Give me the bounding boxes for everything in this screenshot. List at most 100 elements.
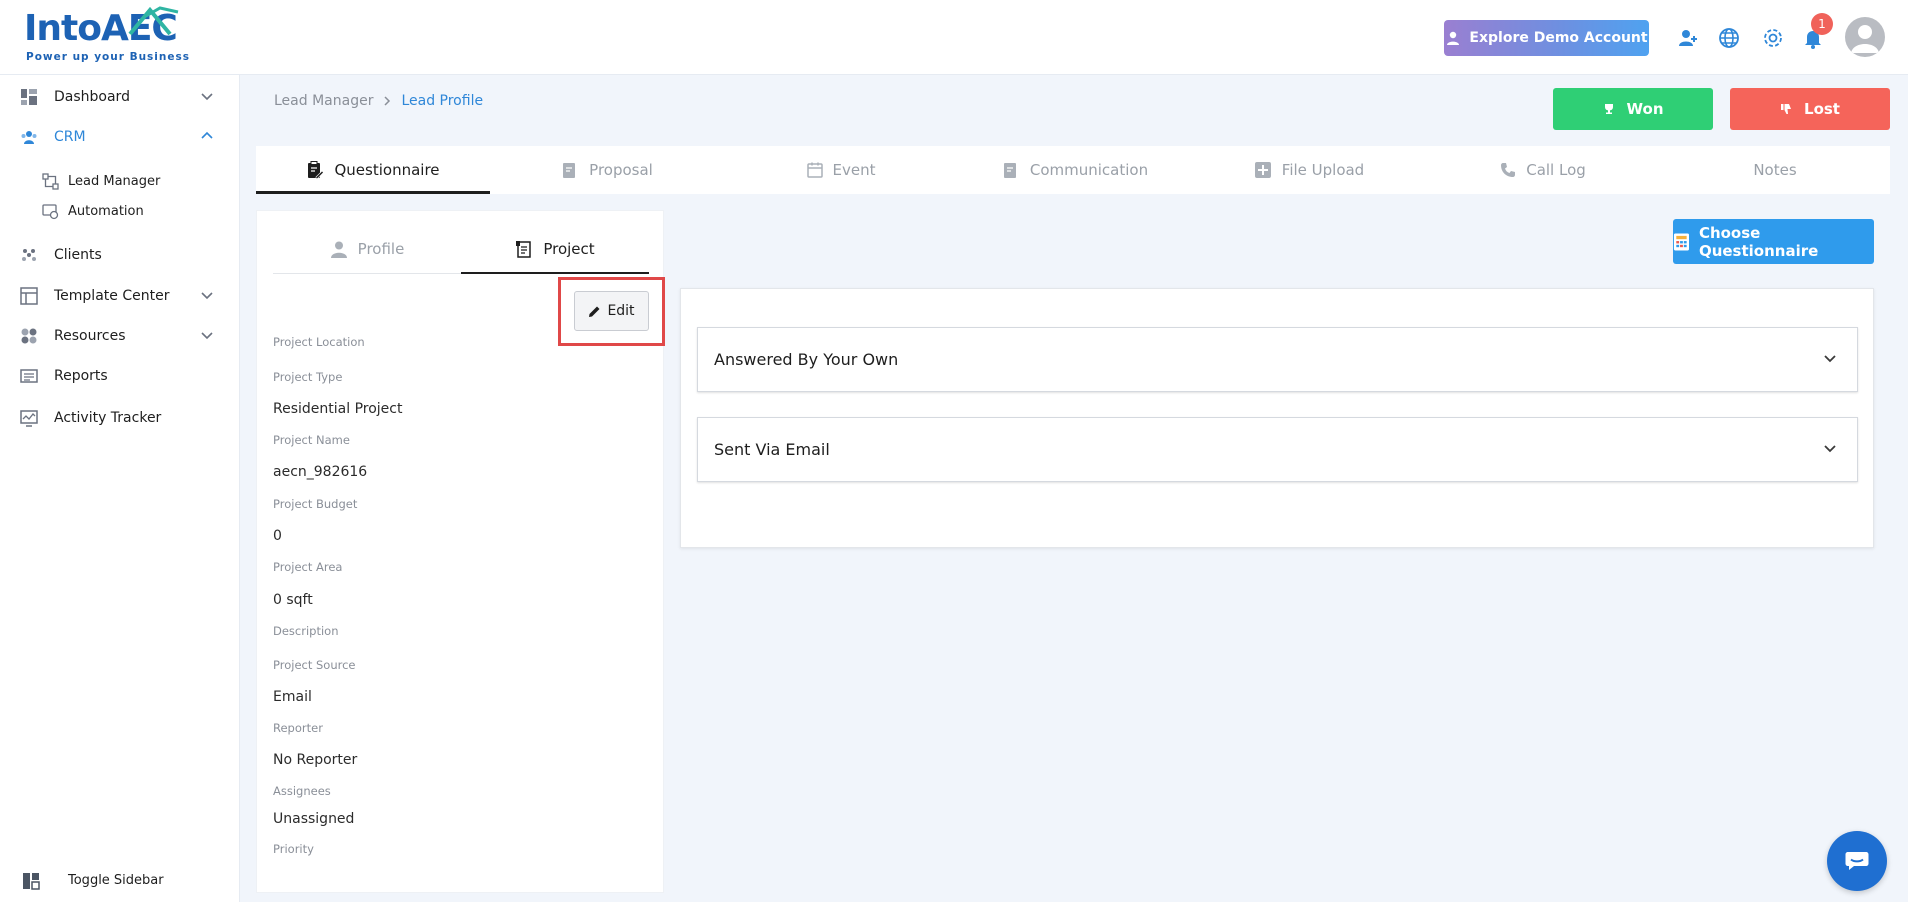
clipboard-edit-icon	[308, 161, 325, 179]
choose-questionnaire-button[interactable]: Choose Questionnaire	[1673, 219, 1874, 264]
field-label-priority: Priority	[273, 842, 314, 856]
sidebar-item-label: Reports	[54, 368, 108, 384]
intoaec-logo[interactable]: IntoAEC Power up your Business	[24, 6, 189, 64]
activity-icon	[20, 410, 38, 427]
tab-questionnaire[interactable]: Questionnaire	[256, 146, 490, 194]
field-value-project-source: Email	[273, 689, 312, 705]
avatar-user-icon	[1851, 25, 1879, 53]
field-value-assignees: Unassigned	[273, 811, 355, 827]
chat-support-button[interactable]	[1827, 831, 1887, 891]
logo-text-into: Into	[24, 8, 102, 49]
field-label-assignees: Assignees	[273, 784, 331, 798]
chat-bubble-icon	[1845, 852, 1869, 870]
choose-questionnaire-label: Choose Questionnaire	[1698, 223, 1819, 260]
tab-file-upload-label: File Upload	[1281, 161, 1365, 179]
thumbs-down-icon	[1781, 104, 1792, 114]
globe-icon[interactable]	[1715, 24, 1743, 52]
clipboard-edit-icon	[563, 163, 576, 178]
sidebar-item-label: Dashboard	[54, 89, 130, 105]
subtab-profile-label: Profile	[357, 240, 405, 258]
field-label-project-source: Project Source	[273, 658, 356, 672]
plus-square-icon	[1254, 162, 1271, 178]
trophy-icon	[1604, 104, 1613, 114]
clipboard-edit-icon	[1003, 163, 1016, 178]
template-icon	[20, 287, 38, 305]
field-label-project-location: Project Location	[273, 335, 365, 349]
won-label: Won	[1626, 100, 1664, 118]
tab-event-label: Event	[832, 161, 876, 179]
tab-communication[interactable]: Communication	[958, 146, 1192, 194]
won-button[interactable]: Won	[1553, 88, 1713, 130]
chevron-down-icon	[1824, 355, 1836, 363]
add-user-icon[interactable]	[1674, 24, 1702, 52]
field-label-project-area: Project Area	[273, 560, 343, 574]
breadcrumb-lead-manager[interactable]: Lead Manager	[274, 93, 373, 109]
accordion-title: Answered By Your Own	[714, 350, 899, 369]
sidebar-toggle-icon	[23, 873, 40, 890]
sidebar-item-crm[interactable]: CRM	[0, 121, 240, 153]
field-value-project-name: aecn_982616	[273, 464, 368, 480]
tab-call-log[interactable]: Call Log	[1426, 146, 1660, 194]
tab-event[interactable]: Event	[724, 146, 958, 194]
phone-icon	[1501, 163, 1516, 177]
chevron-down-icon	[201, 93, 213, 101]
logo-tagline: Power up your Business	[26, 51, 191, 63]
toggle-sidebar-label: Toggle Sidebar	[68, 873, 164, 888]
user-icon	[330, 241, 347, 258]
tab-proposal-label: Proposal	[589, 161, 653, 179]
field-label-project-type: Project Type	[273, 370, 343, 384]
tab-notes[interactable]: Notes	[1660, 146, 1890, 194]
chevron-down-icon	[1824, 445, 1836, 453]
sidebar-item-automation[interactable]: Automation	[0, 198, 240, 224]
sidebar-item-activity-tracker[interactable]: Activity Tracker	[0, 402, 240, 434]
lost-button[interactable]: Lost	[1730, 88, 1890, 130]
accordion-answered-by-your-own[interactable]: Answered By Your Own	[697, 327, 1858, 392]
explore-demo-button[interactable]: Explore Demo Account	[1444, 20, 1649, 56]
questionnaire-card: Answered By Your Own Sent Via Email	[680, 288, 1874, 548]
subtab-project-label: Project	[543, 240, 595, 258]
field-value-project-area: 0 sqft	[273, 592, 313, 608]
crm-icon	[21, 131, 37, 144]
logo-roof-icon	[128, 6, 179, 36]
lost-label: Lost	[1804, 100, 1840, 118]
active-tab-indicator	[256, 191, 490, 194]
lead-profile-tabs: Questionnaire Proposal Event Communicati…	[256, 146, 1890, 194]
sidebar-item-label: Activity Tracker	[54, 410, 162, 426]
sidebar: Dashboard CRM Lead Manager Automation Cl…	[0, 75, 240, 902]
avatar[interactable]	[1845, 17, 1885, 57]
sidebar-item-resources[interactable]: Resources	[0, 320, 240, 352]
automation-icon	[42, 204, 59, 220]
sidebar-item-label: Resources	[54, 328, 126, 344]
subtab-profile[interactable]: Profile	[273, 225, 461, 273]
tab-communication-label: Communication	[1029, 161, 1149, 179]
field-label-project-budget: Project Budget	[273, 497, 358, 511]
sidebar-item-reports[interactable]: Reports	[0, 360, 240, 392]
tab-file-upload[interactable]: File Upload	[1192, 146, 1426, 194]
chevron-down-icon	[201, 332, 213, 340]
gear-icon[interactable]	[1759, 24, 1787, 52]
field-label-reporter: Reporter	[273, 721, 323, 735]
top-header: IntoAEC Power up your Business Explore D…	[0, 0, 1908, 75]
subtab-project[interactable]: Project	[461, 225, 649, 273]
tab-proposal[interactable]: Proposal	[490, 146, 724, 194]
notification-badge: 1	[1811, 13, 1833, 35]
tab-notes-label: Notes	[1753, 161, 1797, 179]
sidebar-item-template-center[interactable]: Template Center	[0, 280, 240, 312]
field-value-project-budget: 0	[273, 528, 282, 544]
sidebar-item-lead-manager[interactable]: Lead Manager	[0, 168, 240, 194]
sidebar-item-label: Automation	[68, 204, 144, 219]
edit-button[interactable]: Edit	[574, 291, 649, 331]
active-subtab-indicator	[461, 272, 649, 274]
accordion-sent-via-email[interactable]: Sent Via Email	[697, 417, 1858, 482]
sidebar-item-dashboard[interactable]: Dashboard	[0, 81, 240, 113]
accordion-title: Sent Via Email	[714, 440, 830, 459]
sidebar-item-clients[interactable]: Clients	[0, 239, 240, 271]
sidebar-item-label: Template Center	[54, 288, 170, 304]
resources-icon	[21, 328, 37, 344]
field-value-reporter: No Reporter	[273, 752, 358, 768]
calendar-icon	[806, 162, 823, 178]
chevron-right-icon	[384, 96, 391, 106]
toggle-sidebar-button[interactable]: Toggle Sidebar	[0, 866, 240, 896]
edit-label: Edit	[607, 303, 635, 319]
pencil-icon	[589, 306, 600, 317]
